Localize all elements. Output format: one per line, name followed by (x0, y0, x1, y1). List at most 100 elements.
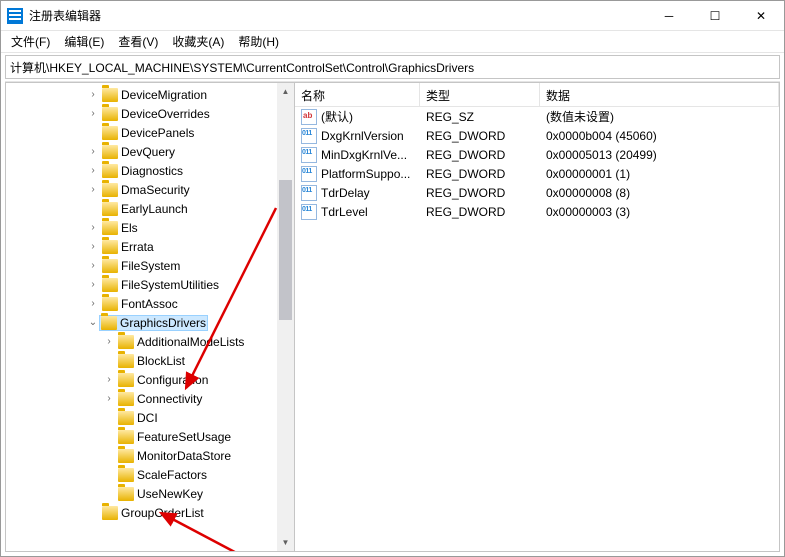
tree-item-errata[interactable]: ›Errata (6, 237, 294, 256)
value-type: REG_DWORD (422, 186, 542, 200)
tree-item-filesystem[interactable]: ›FileSystem (6, 256, 294, 275)
value-data: 0x00000003 (3) (542, 205, 777, 219)
value-name: DxgKrnlVersion (321, 129, 404, 143)
tree-item-label: Els (121, 221, 138, 235)
tree-item-graphicsdrivers[interactable]: ⌄GraphicsDrivers (6, 313, 294, 332)
tree-item-label: DeviceOverrides (121, 107, 210, 121)
tree-item-els[interactable]: › Els (6, 218, 294, 237)
scroll-down-button[interactable]: ▼ (277, 534, 294, 551)
address-path: 计算机\HKEY_LOCAL_MACHINE\SYSTEM\CurrentCon… (10, 59, 474, 76)
tree-scrollbar[interactable]: ▲ ▼ (277, 83, 294, 551)
tree-item-label: Diagnostics (121, 164, 183, 178)
menu-edit[interactable]: 编辑(E) (58, 31, 110, 52)
value-name: PlatformSuppo... (321, 167, 410, 181)
tree-item-scalefactors[interactable]: ScaleFactors (6, 465, 294, 484)
window-title: 注册表编辑器 (29, 7, 646, 24)
tree-item-label: DevQuery (121, 145, 175, 159)
chevron-right-icon (102, 487, 116, 501)
chevron-right-icon (86, 506, 100, 520)
chevron-right-icon[interactable]: › (86, 107, 100, 121)
menu-favorites[interactable]: 收藏夹(A) (166, 31, 230, 52)
tree-item-label: ScaleFactors (137, 468, 207, 482)
value-data: 0x00005013 (20499) (542, 148, 777, 162)
tree-item-monitordatastore[interactable]: MonitorDataStore (6, 446, 294, 465)
folder-icon (102, 126, 118, 140)
value-type: REG_SZ (422, 110, 542, 124)
tree-item-grouporderlist[interactable]: GroupOrderList (6, 503, 294, 522)
header-data[interactable]: 数据 (540, 83, 779, 106)
folder-icon (102, 506, 118, 520)
tree-item-deviceoverrides[interactable]: › DeviceOverrides (6, 104, 294, 123)
tree-item-additionalmodelists[interactable]: ›AdditionalModeLists (6, 332, 294, 351)
scroll-track[interactable] (277, 100, 294, 534)
tree-item-blocklist[interactable]: BlockList (6, 351, 294, 370)
value-row[interactable]: (默认)REG_SZ(数值未设置) (295, 107, 779, 126)
chevron-right-icon[interactable]: › (86, 164, 100, 178)
address-bar[interactable]: 计算机\HKEY_LOCAL_MACHINE\SYSTEM\CurrentCon… (5, 55, 780, 79)
tree-item-earlylaunch[interactable]: EarlyLaunch (6, 199, 294, 218)
list-body: (默认)REG_SZ(数值未设置)DxgKrnlVersionREG_DWORD… (295, 107, 779, 221)
chevron-right-icon[interactable]: › (86, 259, 100, 273)
chevron-right-icon[interactable]: › (86, 183, 100, 197)
chevron-right-icon[interactable]: › (86, 145, 100, 159)
minimize-button[interactable]: ─ (646, 1, 692, 30)
tree-item-devicepanels[interactable]: DevicePanels (6, 123, 294, 142)
folder-icon (118, 468, 134, 482)
chevron-right-icon[interactable]: › (86, 297, 100, 311)
tree-item-dmasecurity[interactable]: ›DmaSecurity (6, 180, 294, 199)
tree-item-label: FontAssoc (121, 297, 178, 311)
header-type[interactable]: 类型 (420, 83, 540, 106)
string-value-icon (301, 109, 317, 125)
menu-view[interactable]: 查看(V) (112, 31, 164, 52)
value-row[interactable]: PlatformSuppo...REG_DWORD0x00000001 (1) (295, 164, 779, 183)
chevron-right-icon[interactable]: › (86, 278, 100, 292)
window-controls: ─ ☐ ✕ (646, 1, 784, 30)
tree-item-devicemigration[interactable]: ›DeviceMigration (6, 85, 294, 104)
tree-item-fontassoc[interactable]: › FontAssoc (6, 294, 294, 313)
tree-item-label: DCI (137, 411, 158, 425)
dword-value-icon (301, 128, 317, 144)
close-button[interactable]: ✕ (738, 1, 784, 30)
tree-item-dci[interactable]: DCI (6, 408, 294, 427)
chevron-right-icon[interactable]: › (86, 88, 100, 102)
tree-item-configuration[interactable]: › Configuration (6, 370, 294, 389)
values-pane[interactable]: 名称 类型 数据 (默认)REG_SZ(数值未设置)DxgKrnlVersion… (295, 82, 780, 552)
tree-item-diagnostics[interactable]: › Diagnostics (6, 161, 294, 180)
scroll-thumb[interactable] (279, 180, 292, 320)
folder-icon (102, 164, 118, 178)
folder-icon (102, 202, 118, 216)
tree-item-label: Configuration (137, 373, 208, 387)
chevron-right-icon[interactable]: › (86, 240, 100, 254)
chevron-right-icon[interactable]: › (102, 335, 116, 349)
tree-item-label: BlockList (137, 354, 185, 368)
maximize-button[interactable]: ☐ (692, 1, 738, 30)
dword-value-icon (301, 147, 317, 163)
tree-item-filesystemutilities[interactable]: ›FileSystemUtilities (6, 275, 294, 294)
menu-help[interactable]: 帮助(H) (232, 31, 285, 52)
tree-item-connectivity[interactable]: ›Connectivity (6, 389, 294, 408)
value-row[interactable]: DxgKrnlVersionREG_DWORD0x0000b004 (45060… (295, 126, 779, 145)
tree-item-usenewkey[interactable]: UseNewKey (6, 484, 294, 503)
header-name[interactable]: 名称 (295, 83, 420, 106)
value-row[interactable]: MinDxgKrnlVe...REG_DWORD0x00005013 (2049… (295, 145, 779, 164)
folder-icon (101, 316, 117, 330)
value-type: REG_DWORD (422, 205, 542, 219)
chevron-right-icon[interactable]: › (102, 373, 116, 387)
chevron-right-icon[interactable]: › (86, 221, 100, 235)
value-data: 0x0000b004 (45060) (542, 129, 777, 143)
value-row[interactable]: TdrDelayREG_DWORD0x00000008 (8) (295, 183, 779, 202)
tree-item-featuresetusage[interactable]: FeatureSetUsage (6, 427, 294, 446)
value-row[interactable]: TdrLevelREG_DWORD0x00000003 (3) (295, 202, 779, 221)
tree-item-label: DevicePanels (121, 126, 194, 140)
chevron-right-icon (86, 126, 100, 140)
chevron-down-icon[interactable]: ⌄ (86, 316, 100, 330)
chevron-right-icon[interactable]: › (102, 392, 116, 406)
tree-item-devquery[interactable]: › DevQuery (6, 142, 294, 161)
scroll-up-button[interactable]: ▲ (277, 83, 294, 100)
folder-icon (118, 449, 134, 463)
folder-icon (118, 373, 134, 387)
folder-icon (102, 107, 118, 121)
menu-file[interactable]: 文件(F) (5, 31, 56, 52)
tree-pane[interactable]: ›DeviceMigration›DeviceOverridesDevicePa… (5, 82, 295, 552)
value-type: REG_DWORD (422, 148, 542, 162)
